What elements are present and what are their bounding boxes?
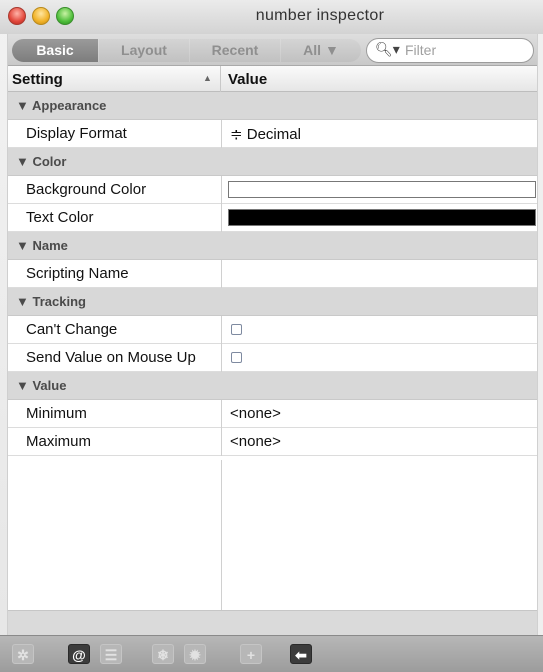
window-right-edge	[537, 0, 543, 672]
tab-recent[interactable]: Recent	[190, 39, 280, 62]
column-divider	[221, 428, 222, 456]
column-header: Setting ▲ Value	[8, 66, 537, 92]
column-divider	[221, 260, 222, 288]
row-minimum[interactable]: Minimum <none>	[8, 400, 537, 428]
group-name-label: ▼ Name	[16, 238, 68, 253]
window-title: number inspector	[255, 7, 385, 24]
badge-icon[interactable]: ✹	[184, 644, 206, 664]
send-value-checkbox[interactable]	[231, 352, 242, 363]
row-maximum[interactable]: Maximum <none>	[8, 428, 537, 456]
group-value[interactable]: ▼ Value	[8, 372, 537, 400]
maximum-field[interactable]: <none>	[230, 433, 281, 450]
add-icon[interactable]: +	[240, 644, 262, 664]
back-arrow-icon[interactable]: ⬅	[290, 644, 312, 664]
window-left-edge	[0, 0, 8, 672]
zoom-window-button[interactable]	[56, 7, 74, 25]
filter-placeholder: Filter	[405, 42, 437, 58]
tab-bar: Basic Layout Recent All ▼ 🔍︎▾ Filter	[8, 34, 537, 66]
setting-column-header[interactable]: Setting ▲	[8, 66, 221, 92]
group-appearance-label: ▼ Appearance	[16, 98, 107, 113]
display-format-label: Display Format	[26, 125, 127, 142]
list-icon[interactable]: ☰	[100, 644, 122, 664]
row-text-color[interactable]: Text Color	[8, 204, 537, 232]
column-divider	[221, 400, 222, 428]
row-background-color[interactable]: Background Color	[8, 176, 537, 204]
cant-change-checkbox[interactable]	[231, 324, 242, 335]
tab-basic[interactable]: Basic	[12, 39, 98, 62]
value-column-label[interactable]: Value	[228, 71, 267, 88]
cant-change-label: Can't Change	[26, 321, 118, 338]
column-divider	[221, 344, 222, 372]
group-appearance[interactable]: ▼ Appearance	[8, 92, 537, 120]
group-tracking[interactable]: ▼ Tracking	[8, 288, 537, 316]
send-value-label: Send Value on Mouse Up	[26, 349, 196, 366]
search-icon[interactable]: 🔍︎▾	[375, 41, 400, 58]
row-send-value-on-mouse-up[interactable]: Send Value on Mouse Up	[8, 344, 537, 372]
background-color-well[interactable]	[228, 181, 536, 198]
text-color-label: Text Color	[26, 209, 94, 226]
group-tracking-label: ▼ Tracking	[16, 294, 86, 309]
table-footer-bar	[8, 610, 537, 635]
display-format-popup[interactable]: ≑ Decimal	[230, 125, 301, 143]
group-color[interactable]: ▼ Color	[8, 148, 537, 176]
tab-all[interactable]: All ▼	[281, 39, 361, 62]
gear-icon[interactable]: ✲	[12, 644, 34, 664]
scripting-name-label: Scripting Name	[26, 265, 129, 282]
background-color-label: Background Color	[26, 181, 147, 198]
filter-search-field[interactable]: 🔍︎▾ Filter	[366, 38, 534, 63]
group-color-label: ▼ Color	[16, 154, 67, 169]
minimum-label: Minimum	[26, 405, 87, 422]
maximum-label: Maximum	[26, 433, 92, 450]
close-window-button[interactable]	[8, 7, 26, 25]
column-divider	[221, 316, 222, 344]
snowflake-icon[interactable]: ❄	[152, 644, 174, 664]
column-divider	[221, 460, 222, 610]
setting-column-label: Setting	[12, 71, 63, 88]
minimum-field[interactable]: <none>	[230, 405, 281, 422]
title-bar[interactable]: number inspector	[0, 0, 543, 34]
tab-layout[interactable]: Layout	[99, 39, 189, 62]
row-cant-change[interactable]: Can't Change	[8, 316, 537, 344]
bottom-toolbar: ✲ @ ☰ ❄ ✹ + ⬅	[0, 635, 543, 672]
column-divider	[221, 120, 222, 148]
column-divider	[221, 176, 222, 204]
text-color-well[interactable]	[228, 209, 536, 226]
at-sign-icon[interactable]: @	[68, 644, 90, 664]
minimize-window-button[interactable]	[32, 7, 50, 25]
column-divider	[221, 204, 222, 232]
group-value-label: ▼ Value	[16, 378, 67, 393]
row-scripting-name[interactable]: Scripting Name	[8, 260, 537, 288]
inspector-window: number inspector Basic Layout Recent All…	[0, 0, 543, 672]
group-name[interactable]: ▼ Name	[8, 232, 537, 260]
sort-ascending-icon: ▲	[203, 73, 212, 83]
table-empty-area	[8, 460, 537, 610]
row-display-format[interactable]: Display Format ≑ Decimal	[8, 120, 537, 148]
